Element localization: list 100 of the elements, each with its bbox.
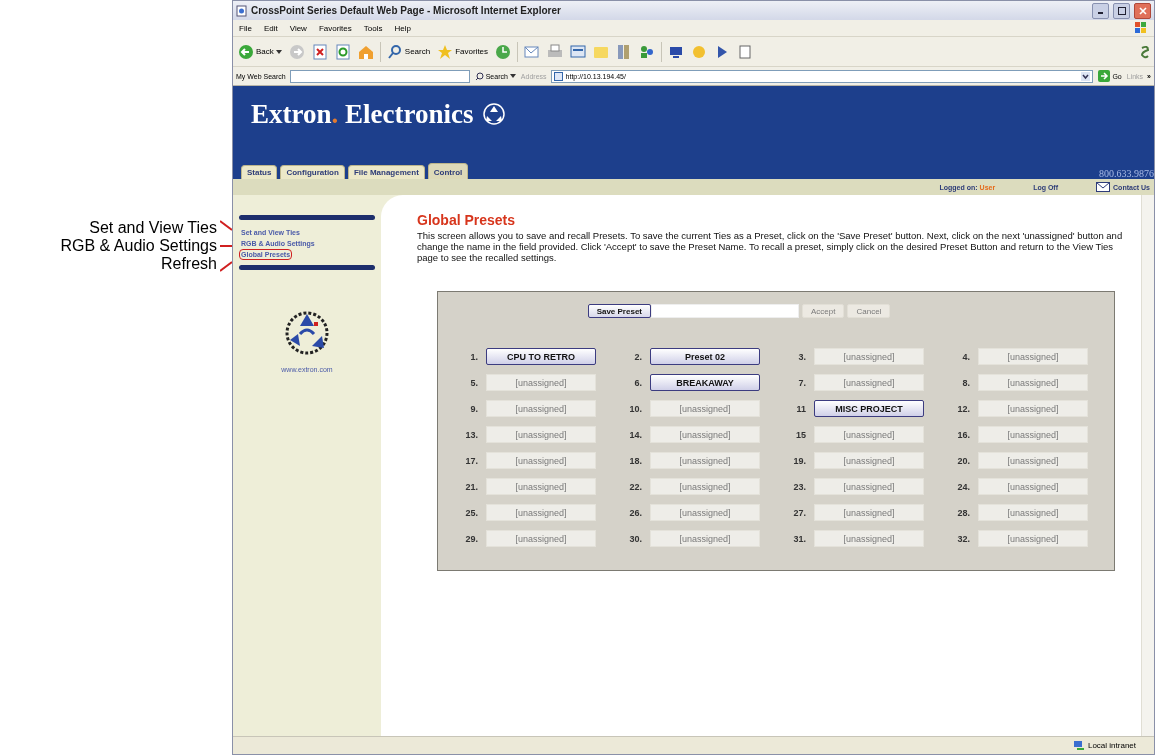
refresh-icon[interactable] [333, 42, 352, 61]
search-icon [474, 71, 484, 81]
stop-icon[interactable] [310, 42, 329, 61]
phone-number: 800.633.9876 [1099, 168, 1154, 179]
search-icon [386, 43, 403, 60]
nav-tab[interactable]: Control [427, 163, 469, 179]
preset-button[interactable]: [unassigned] [978, 348, 1088, 365]
preset-button[interactable]: [unassigned] [978, 530, 1088, 547]
envelope-icon [1096, 182, 1111, 192]
preset-button[interactable]: [unassigned] [814, 530, 924, 547]
save-preset-button[interactable]: Save Preset [587, 304, 651, 318]
preset-number: 14. [628, 429, 642, 440]
preset-button[interactable]: [unassigned] [814, 504, 924, 521]
preset-button[interactable]: [unassigned] [486, 452, 596, 469]
preset-number: 29. [464, 533, 478, 544]
preset-number: 17. [464, 455, 478, 466]
leader-line [220, 261, 232, 272]
callout-label: Set and View Ties [89, 219, 217, 237]
preset-number: 15 [795, 429, 806, 440]
search-field[interactable] [289, 69, 470, 83]
preset-button[interactable]: [unassigned] [978, 426, 1088, 443]
preset-button[interactable]: Preset 02 [650, 348, 760, 365]
menu-item[interactable]: Favorites [318, 23, 352, 33]
preset-button[interactable]: [unassigned] [486, 400, 596, 417]
preset-button[interactable]: [unassigned] [814, 374, 924, 391]
preset-button[interactable]: [unassigned] [650, 452, 760, 469]
maximize-button[interactable] [1113, 2, 1130, 19]
globe-logo-icon [481, 102, 506, 126]
preset-button[interactable]: [unassigned] [814, 348, 924, 365]
menu-item[interactable]: File [239, 23, 252, 33]
preset-number: 5. [469, 377, 478, 388]
preset-button[interactable]: [unassigned] [978, 452, 1088, 469]
menu-item[interactable]: View [289, 23, 307, 33]
dropdown-icon[interactable] [1081, 71, 1091, 81]
nav-tab[interactable]: Status [241, 165, 278, 179]
preset-number: 31. [792, 533, 806, 544]
preset-button[interactable]: CPU TO RETRO [486, 348, 596, 365]
preset-number: 18. [628, 455, 642, 466]
leader-line [220, 245, 232, 247]
history-icon[interactable] [494, 42, 513, 61]
preset-number: 25. [464, 507, 478, 518]
preset-button[interactable]: [unassigned] [650, 504, 760, 521]
preset-button[interactable]: [unassigned] [650, 530, 760, 547]
star-icon [437, 43, 454, 60]
preset-button[interactable]: [unassigned] [814, 478, 924, 495]
preset-button[interactable]: [unassigned] [814, 426, 924, 443]
preset-button[interactable]: [unassigned] [650, 478, 760, 495]
preset-number: 9. [469, 403, 478, 414]
favorites-button[interactable]: Favorites [436, 42, 490, 61]
nav-tab[interactable]: Configuration [280, 165, 345, 179]
preset-button[interactable]: [unassigned] [978, 504, 1088, 521]
preset-number: 13. [464, 429, 478, 440]
scrollbar[interactable] [1141, 195, 1154, 736]
preset-number: 20. [956, 455, 970, 466]
menu-item[interactable]: Edit [263, 23, 278, 33]
preset-button[interactable]: [unassigned] [978, 400, 1088, 417]
preset-name-field[interactable] [651, 304, 799, 318]
preset-number: 28. [956, 507, 970, 518]
preset-number: 26. [628, 507, 642, 518]
preset-number: 2. [633, 351, 642, 362]
preset-number: 21. [464, 481, 478, 492]
preset-button[interactable]: [unassigned] [486, 530, 596, 547]
preset-number: 27. [792, 507, 806, 518]
brand-logo-text: Extron. Electronics [251, 98, 474, 130]
page-icon [553, 71, 564, 81]
preset-number: 32. [956, 533, 970, 544]
preset-number: 10. [628, 403, 642, 414]
maximize-icon [1117, 6, 1126, 15]
preset-button[interactable]: [unassigned] [486, 426, 596, 443]
windows-flag-icon [1134, 21, 1148, 35]
preset-button[interactable]: [unassigned] [978, 478, 1088, 495]
preset-button[interactable]: [unassigned] [486, 374, 596, 391]
caret-icon [275, 49, 282, 54]
preset-number: 4. [961, 351, 970, 362]
menu-item[interactable]: Help [394, 23, 411, 33]
preset-button[interactable]: [unassigned] [650, 426, 760, 443]
close-button[interactable] [1134, 2, 1151, 19]
close-icon [1138, 6, 1147, 15]
preset-button[interactable]: BREAKAWAY [650, 374, 760, 391]
preset-number: 12. [956, 403, 970, 414]
search-button[interactable]: Search [385, 42, 432, 61]
preset-number: 1. [469, 351, 478, 362]
callout-label: Refresh [160, 255, 217, 273]
minimize-button[interactable] [1092, 2, 1109, 19]
caret-icon [509, 74, 516, 78]
preset-button[interactable]: [unassigned] [650, 400, 760, 417]
preset-number: 11 [795, 403, 806, 414]
preset-button[interactable]: [unassigned] [978, 374, 1088, 391]
preset-button[interactable]: MISC PROJECT [814, 400, 924, 417]
menu-item[interactable]: Tools [363, 23, 383, 33]
nav-tab[interactable]: File Management [347, 165, 425, 179]
intranet-icon [1072, 740, 1085, 751]
preset-button[interactable]: [unassigned] [814, 452, 924, 469]
preset-button[interactable]: [unassigned] [486, 478, 596, 495]
preset-number: 19. [792, 455, 806, 466]
preset-button[interactable]: [unassigned] [486, 504, 596, 521]
preset-number: 23. [792, 481, 806, 492]
preset-number: 16. [956, 429, 970, 440]
back-button[interactable]: Back [237, 42, 283, 61]
zone-label: Local intranet [1087, 741, 1136, 750]
